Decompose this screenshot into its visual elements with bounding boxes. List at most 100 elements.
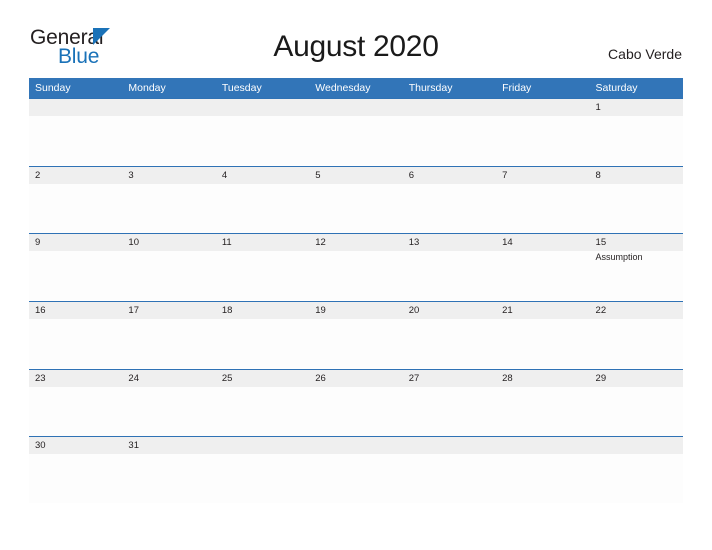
day-cell[interactable]: 23 <box>29 370 122 387</box>
day-cell[interactable] <box>309 99 402 116</box>
day-cell[interactable]: 2 <box>29 167 122 184</box>
calendar-week-row: 23 24 25 26 27 28 29 <box>29 368 683 437</box>
day-event-cell[interactable] <box>309 387 402 436</box>
day-event-cell[interactable] <box>309 454 402 503</box>
day-cell[interactable]: 25 <box>216 370 309 387</box>
day-cell[interactable] <box>496 99 589 116</box>
day-cell[interactable]: 26 <box>309 370 402 387</box>
day-event-cell[interactable] <box>29 454 122 503</box>
day-cell[interactable]: 29 <box>590 370 683 387</box>
day-cell[interactable] <box>403 99 496 116</box>
day-cell[interactable]: 6 <box>403 167 496 184</box>
day-event-cell[interactable] <box>216 251 309 300</box>
day-event-cell[interactable] <box>29 319 122 368</box>
day-cell[interactable]: 20 <box>403 302 496 319</box>
day-event-cell[interactable] <box>496 116 589 165</box>
day-number: 12 <box>315 237 326 249</box>
day-event-cell[interactable] <box>590 454 683 503</box>
day-event-cell[interactable] <box>216 319 309 368</box>
day-cell[interactable] <box>122 99 215 116</box>
day-event-cell[interactable] <box>309 116 402 165</box>
day-event-cell[interactable] <box>216 454 309 503</box>
day-cell[interactable] <box>29 99 122 116</box>
day-event-cell[interactable] <box>122 116 215 165</box>
day-cell[interactable]: 5 <box>309 167 402 184</box>
day-event-cell[interactable] <box>496 387 589 436</box>
day-cell[interactable]: 31 <box>122 437 215 454</box>
day-event-cell-holiday[interactable]: Assumption <box>590 251 683 300</box>
day-event-cell[interactable] <box>403 116 496 165</box>
day-event-cell[interactable] <box>122 387 215 436</box>
day-cell[interactable] <box>403 437 496 454</box>
day-event-cell[interactable] <box>122 319 215 368</box>
day-cell[interactable]: 24 <box>122 370 215 387</box>
day-number: 31 <box>128 440 139 452</box>
day-event-cell[interactable] <box>590 387 683 436</box>
day-number: 3 <box>128 169 134 181</box>
day-cell[interactable]: 28 <box>496 370 589 387</box>
week-event-band: Assumption <box>29 251 683 301</box>
day-event-cell[interactable] <box>216 116 309 165</box>
day-cell[interactable] <box>590 437 683 454</box>
day-cell[interactable]: 3 <box>122 167 215 184</box>
week-event-band <box>29 116 683 165</box>
day-event-cell[interactable] <box>29 387 122 436</box>
day-event-cell[interactable] <box>403 387 496 436</box>
day-event-cell[interactable] <box>496 251 589 300</box>
day-event-cell[interactable] <box>496 184 589 233</box>
day-event-cell[interactable] <box>403 454 496 503</box>
day-cell[interactable]: 12 <box>309 234 402 251</box>
day-cell[interactable] <box>309 437 402 454</box>
day-event-cell[interactable] <box>309 319 402 368</box>
day-cell[interactable] <box>216 437 309 454</box>
day-event-cell[interactable] <box>309 184 402 233</box>
day-cell[interactable]: 15 <box>590 234 683 251</box>
week-event-band <box>29 386 683 436</box>
day-cell[interactable]: 13 <box>403 234 496 251</box>
day-event-cell[interactable] <box>309 251 402 300</box>
day-event-cell[interactable] <box>29 251 122 300</box>
day-event-cell[interactable] <box>403 319 496 368</box>
weekday-header-wednesday: Wednesday <box>315 82 371 94</box>
day-event-cell[interactable] <box>496 454 589 503</box>
day-cell[interactable]: 19 <box>309 302 402 319</box>
day-cell[interactable] <box>216 99 309 116</box>
day-cell[interactable]: 17 <box>122 302 215 319</box>
day-event-cell[interactable] <box>122 184 215 233</box>
day-event-cell[interactable] <box>496 319 589 368</box>
day-event-cell[interactable] <box>590 319 683 368</box>
day-event-cell[interactable] <box>216 184 309 233</box>
day-event-cell[interactable] <box>29 116 122 165</box>
day-event-cell[interactable] <box>403 251 496 300</box>
day-cell[interactable]: 9 <box>29 234 122 251</box>
day-cell[interactable]: 14 <box>496 234 589 251</box>
day-cell[interactable]: 16 <box>29 302 122 319</box>
day-number: 16 <box>35 305 46 317</box>
day-cell[interactable]: 1 <box>590 99 683 116</box>
day-cell[interactable]: 27 <box>403 370 496 387</box>
day-event-cell[interactable] <box>216 387 309 436</box>
day-cell[interactable]: 4 <box>216 167 309 184</box>
day-cell[interactable]: 11 <box>216 234 309 251</box>
day-event-cell[interactable] <box>403 184 496 233</box>
day-cell[interactable] <box>496 437 589 454</box>
day-event-cell[interactable] <box>590 116 683 165</box>
day-event-cell[interactable] <box>590 184 683 233</box>
week-daynumber-band: 23 24 25 26 27 28 29 <box>29 369 683 387</box>
day-number: 23 <box>35 372 46 384</box>
week-event-band <box>29 454 683 504</box>
day-cell[interactable]: 8 <box>590 167 683 184</box>
weekday-header-monday: Monday <box>128 82 166 94</box>
day-cell[interactable]: 30 <box>29 437 122 454</box>
day-cell[interactable]: 22 <box>590 302 683 319</box>
day-event-cell[interactable] <box>122 251 215 300</box>
day-number: 21 <box>502 305 513 317</box>
day-cell[interactable]: 10 <box>122 234 215 251</box>
week-daynumber-band: 16 17 18 19 20 21 22 <box>29 302 683 320</box>
day-event-cell[interactable] <box>29 184 122 233</box>
weekday-header-sunday: Sunday <box>35 82 71 94</box>
day-cell[interactable]: 21 <box>496 302 589 319</box>
day-event-cell[interactable] <box>122 454 215 503</box>
day-cell[interactable]: 18 <box>216 302 309 319</box>
day-cell[interactable]: 7 <box>496 167 589 184</box>
